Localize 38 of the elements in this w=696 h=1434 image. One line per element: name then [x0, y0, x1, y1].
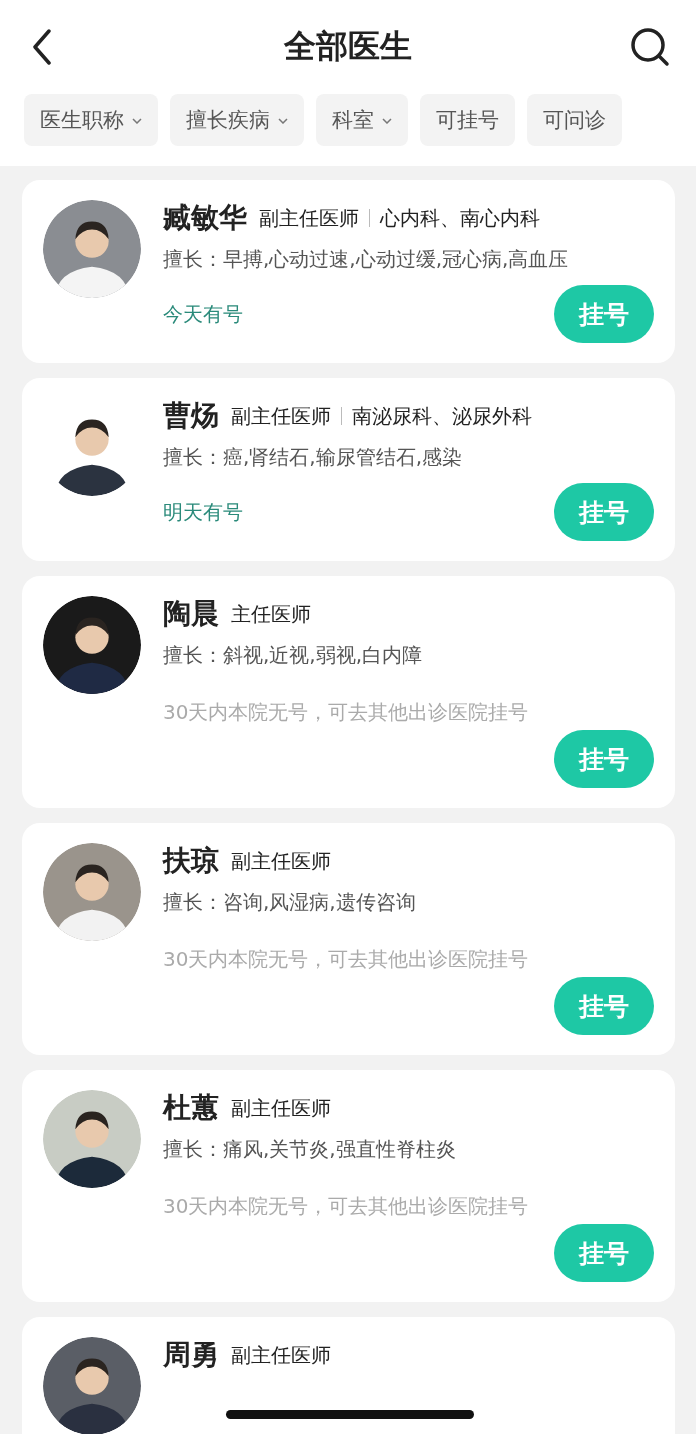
doctor-name: 曹炀 [163, 398, 219, 434]
back-icon[interactable] [32, 29, 52, 65]
doctor-title: 副主任医师 [231, 1094, 331, 1122]
doctor-title: 副主任医师 [231, 1341, 331, 1369]
expertise-text: 擅长：斜视,近视,弱视,白内障 [163, 642, 424, 669]
expertise-text: 擅长：癌,肾结石,输尿管结石,感染 [163, 444, 464, 471]
doctor-card[interactable]: 扶琼 副主任医师 擅长：咨询,风湿病,遗传咨询 30天内本院无号，可去其他出诊医院挂号 挂号 [22, 823, 675, 1055]
doctor-title: 主任医师 [231, 600, 311, 628]
doctor-title: 副主任医师 [231, 847, 331, 875]
filter-chip[interactable]: 可问诊 [527, 94, 622, 146]
doctor-name: 陶晨 [163, 596, 219, 632]
doctor-name: 周勇 [163, 1337, 219, 1373]
availability-text: 今天有号 [163, 300, 243, 328]
doctor-card[interactable]: 周勇 副主任医师 [22, 1317, 675, 1434]
expertise-text: 擅长：咨询,风湿病,遗传咨询 [163, 889, 417, 916]
doctor-card[interactable]: 陶晨 主任医师 擅长：斜视,近视,弱视,白内障 30天内本院无号，可去其他出诊医院挂号 挂号 [22, 576, 675, 808]
expertise-text: 擅长：痛风,关节炎,强直性脊柱炎 [163, 1136, 457, 1163]
search-icon[interactable] [630, 27, 670, 67]
doctor-name: 臧敏华 [163, 200, 247, 236]
expertise-text: 擅长：早搏,心动过速,心动过缓,冠心病,高血压 [163, 246, 570, 273]
filter-chip[interactable]: 科室 [316, 94, 408, 146]
doctor-name: 杜蕙 [163, 1090, 219, 1126]
doctor-name: 扶琼 [163, 843, 219, 879]
availability-text: 30天内本院无号，可去其他出诊医院挂号 [163, 1193, 530, 1220]
doctor-title: 副主任医师 [231, 402, 331, 430]
doctor-card[interactable]: 臧敏华 副主任医师 心内科、南心内科 擅长：早搏,心动过速,心动过缓,冠心病,高血压 今天有号 挂号 [22, 180, 675, 363]
doctor-card[interactable]: 杜蕙 副主任医师 擅长：痛风,关节炎,强直性脊柱炎 30天内本院无号，可去其他出诊医院挂号 挂号 [22, 1070, 675, 1302]
department: 南泌尿科、泌尿外科 [352, 402, 532, 430]
page-title: 全部医生 [283, 26, 413, 67]
department: 心内科、南心内科 [380, 204, 540, 232]
availability-text: 30天内本院无号，可去其他出诊医院挂号 [163, 946, 530, 973]
filter-chip[interactable]: 擅长疾病 [170, 94, 304, 146]
availability-text: 30天内本院无号，可去其他出诊医院挂号 [163, 699, 530, 726]
doctor-card[interactable]: 曹炀 副主任医师 南泌尿科、泌尿外科 擅长：癌,肾结石,输尿管结石,感染 明天有号 挂号 [22, 378, 675, 561]
availability-text: 明天有号 [163, 498, 243, 526]
filter-chip[interactable]: 医生职称 [24, 94, 158, 146]
filter-chip[interactable]: 可挂号 [420, 94, 515, 146]
doctor-title: 副主任医师 [259, 204, 359, 232]
